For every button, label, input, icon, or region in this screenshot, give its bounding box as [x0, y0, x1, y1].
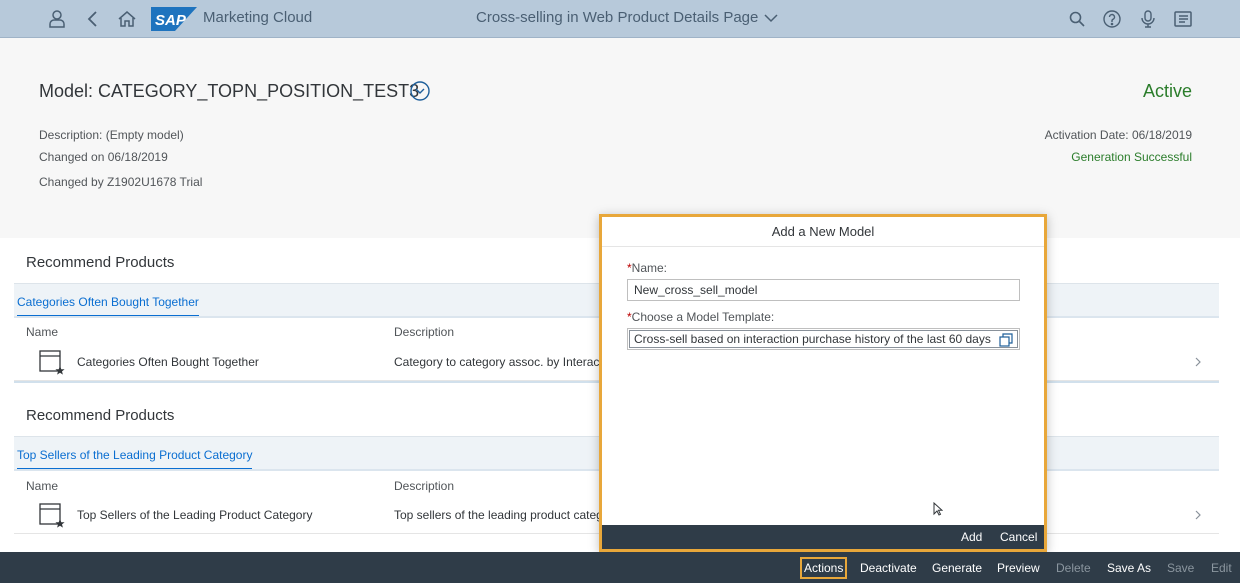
row-name: Categories Often Bought Together [77, 355, 259, 369]
mouse-cursor-icon [933, 501, 944, 516]
notifications-menu-icon[interactable] [1172, 8, 1194, 30]
status-badge: Active [1142, 81, 1192, 101]
generate-button[interactable]: Generate [932, 561, 982, 575]
column-header-name-2: Name [26, 479, 59, 493]
search-icon[interactable] [1066, 8, 1088, 30]
deactivate-button[interactable]: Deactivate [860, 561, 917, 575]
user-icon[interactable] [46, 8, 68, 30]
footer-toolbar: Actions Deactivate Generate Preview Dele… [0, 552, 1240, 583]
chevron-right-icon[interactable] [1193, 355, 1203, 369]
row-name: Top Sellers of the Leading Product Categ… [77, 508, 313, 522]
shell-bar: SAP Marketing Cloud Cross-selling in Web… [0, 0, 1240, 38]
model-title: Model: CATEGORY_TOPN_POSITION_TEST3 [39, 81, 420, 101]
name-input[interactable]: New_cross_sell_model [627, 279, 1020, 301]
microphone-icon[interactable] [1137, 8, 1159, 30]
title-chevron-down-icon[interactable] [410, 81, 430, 101]
page-title-menu[interactable]: Cross-selling in Web Product Details Pag… [476, 9, 778, 26]
template-label-text: Choose a Model Template: [631, 310, 775, 324]
edit-button[interactable]: Edit [1211, 561, 1232, 575]
app-name: Marketing Cloud [203, 9, 313, 26]
section-title-1: Recommend Products [26, 254, 175, 271]
cancel-button[interactable]: Cancel [1000, 530, 1037, 544]
help-icon[interactable] [1101, 8, 1123, 30]
description-text: Description: (Empty model) [39, 128, 184, 142]
column-header-name-1: Name [26, 325, 59, 339]
save-as-button[interactable]: Save As [1107, 561, 1151, 575]
chevron-down-icon [764, 13, 778, 22]
template-input[interactable]: Cross-sell based on interaction purchase… [627, 328, 1020, 350]
template-input-value: Cross-sell based on interaction purchase… [634, 332, 991, 346]
column-header-description-1: Description [394, 325, 455, 339]
tab-categories-often-bought-together[interactable]: Categories Often Bought Together [17, 295, 199, 317]
home-icon[interactable] [116, 8, 138, 30]
generation-status: Generation Successful [1071, 150, 1192, 164]
row-description: Top sellers of the leading product categ… [394, 508, 610, 522]
add-button[interactable]: Add [961, 530, 982, 544]
dialog-footer: Add Cancel [602, 525, 1044, 549]
page-title: Cross-selling in Web Product Details Pag… [476, 9, 759, 26]
activation-date: Activation Date: 06/18/2019 [1044, 128, 1192, 142]
save-button[interactable]: Save [1167, 561, 1194, 575]
add-model-dialog: Add a New Model *Name: New_cross_sell_mo… [599, 214, 1047, 552]
actions-button[interactable]: Actions [799, 557, 848, 579]
chevron-right-icon[interactable] [1193, 508, 1203, 522]
name-label: *Name: [627, 261, 667, 275]
changed-by-text: Changed by Z1902U1678 Trial [39, 175, 203, 189]
sap-logo[interactable]: SAP [151, 7, 197, 31]
delete-button[interactable]: Delete [1056, 561, 1091, 575]
value-help-icon[interactable] [999, 333, 1013, 347]
name-label-text: Name: [631, 261, 668, 275]
preview-button[interactable]: Preview [997, 561, 1040, 575]
changed-on-text: Changed on 06/18/2019 [39, 150, 168, 164]
model-star-icon [38, 349, 66, 377]
back-icon[interactable] [82, 8, 104, 30]
sap-logo-text: SAP [155, 12, 187, 29]
dialog-title: Add a New Model [602, 217, 1044, 247]
model-star-icon [38, 502, 66, 530]
template-label: *Choose a Model Template: [627, 310, 774, 324]
section-title-2: Recommend Products [26, 407, 175, 424]
row-description: Category to category assoc. by Interacti… [394, 355, 613, 369]
column-header-description-2: Description [394, 479, 455, 493]
tab-top-sellers-leading-category[interactable]: Top Sellers of the Leading Product Categ… [17, 448, 253, 470]
